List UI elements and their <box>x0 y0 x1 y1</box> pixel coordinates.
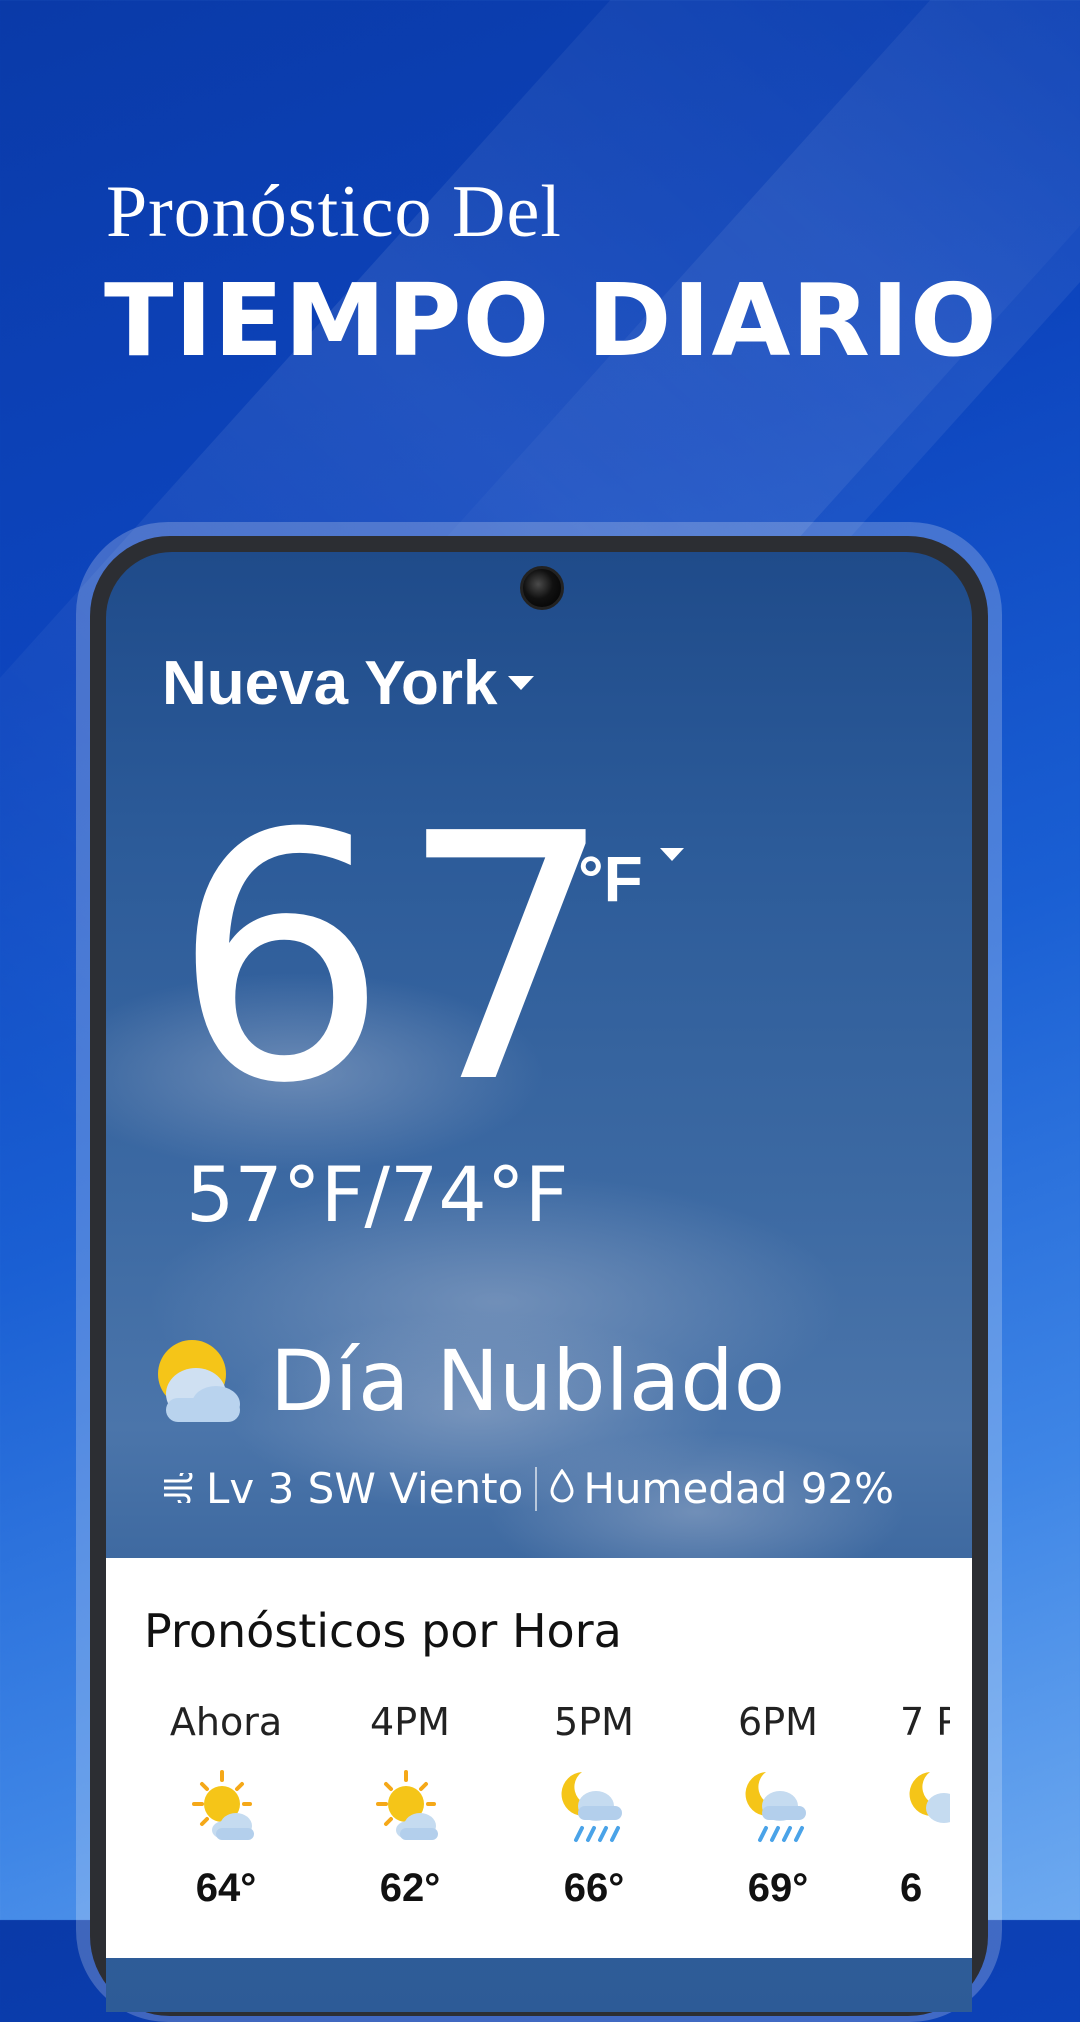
hour-label: Ahora <box>169 1700 283 1744</box>
hour-label: 6PM <box>738 1700 818 1744</box>
wind-icon <box>162 1464 198 1513</box>
headline-title: TIEMPO DIARIO <box>104 262 998 379</box>
hourly-title: Pronósticos por Hora <box>144 1604 622 1658</box>
weather-details: Lv 3 SW Viento Humedad 92% <box>162 1464 894 1513</box>
hourly-forecast-list[interactable]: Ahora 64° 4PM 62° 5PM 66° 6PM 69° 7 P 6 <box>106 1700 950 1920</box>
hour-temperature: 66° <box>563 1866 625 1910</box>
chevron-down-icon[interactable] <box>660 848 684 861</box>
unit-selector[interactable]: °F <box>578 842 643 916</box>
hour-label: 5PM <box>554 1700 634 1744</box>
divider <box>535 1466 538 1511</box>
sun-cloud-icon <box>158 1340 240 1422</box>
humidity-icon <box>549 1464 575 1513</box>
hourly-item[interactable]: 5PM 66° <box>514 1700 674 1911</box>
hourly-item[interactable]: 7 P 6 <box>882 1700 950 1911</box>
temperature-range: 57°F/74°F <box>186 1150 569 1239</box>
hourly-item[interactable]: 4PM 62° <box>330 1700 490 1911</box>
hour-label: 4PM <box>370 1700 450 1744</box>
hour-label: 7 P <box>900 1700 950 1744</box>
hour-temperature: 62° <box>379 1866 441 1910</box>
headline-subtitle: Pronóstico Del <box>106 171 562 253</box>
hour-temperature: 69° <box>747 1866 809 1910</box>
wind-label: Lv 3 SW Viento <box>206 1464 524 1513</box>
sun-cloud-icon <box>376 1770 438 1840</box>
moon-rain-icon <box>561 1772 622 1842</box>
humidity-label: Humedad 92% <box>583 1464 895 1513</box>
city-selector[interactable]: Nueva York <box>162 648 497 719</box>
hourly-item[interactable]: 6PM 69° <box>698 1700 858 1911</box>
moon-cloud-icon <box>909 1772 950 1823</box>
hourly-item[interactable]: Ahora 64° <box>146 1700 306 1911</box>
sun-cloud-icon <box>192 1770 254 1840</box>
current-temperature: 67 <box>172 762 625 1158</box>
moon-rain-icon <box>745 1772 806 1842</box>
hour-temperature: 6 <box>900 1866 923 1910</box>
chevron-down-icon[interactable] <box>508 676 534 690</box>
hour-temperature: 64° <box>195 1866 257 1910</box>
camera-icon <box>520 566 564 610</box>
condition-label: Día Nublado <box>270 1332 786 1430</box>
